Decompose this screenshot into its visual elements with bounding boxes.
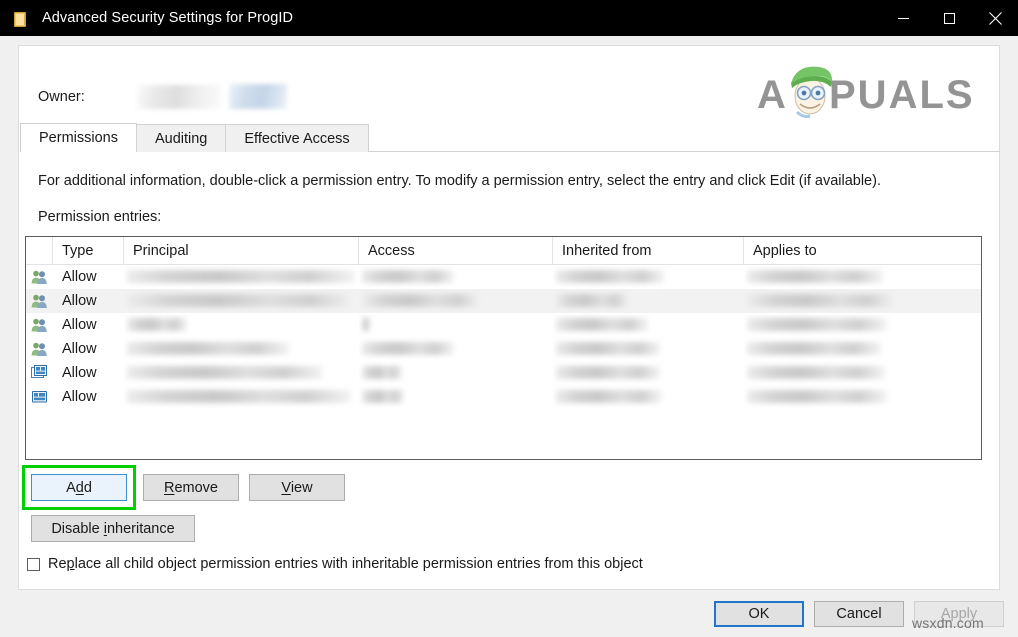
row-applies-to-redacted — [744, 337, 981, 361]
row-type: Allow — [62, 365, 97, 381]
view-button[interactable]: View — [249, 474, 345, 501]
column-header-applies-to[interactable]: Applies to — [744, 237, 981, 264]
row-applies-to-redacted — [744, 289, 981, 313]
site-watermark: wsxdn.com — [912, 615, 984, 631]
users-group-icon — [26, 341, 53, 357]
row-inherited-from-redacted — [553, 385, 744, 409]
row-applies-to-redacted — [744, 313, 981, 337]
row-type: Allow — [62, 293, 97, 309]
content-panel: A PUALS Owner: Permissions Auditing Effe… — [18, 45, 1000, 590]
minimize-icon[interactable] — [880, 0, 926, 36]
table-row[interactable]: Allow — [26, 361, 981, 385]
replace-permissions-checkbox-row[interactable]: Replace all child object permission entr… — [27, 556, 643, 572]
owner-change-link-redacted[interactable] — [228, 84, 287, 109]
table-row[interactable]: Allow — [26, 289, 981, 313]
tab-effective-access[interactable]: Effective Access — [225, 124, 369, 152]
row-access-redacted — [359, 337, 553, 361]
row-access-redacted — [359, 265, 553, 289]
column-header-checkbox[interactable] — [26, 237, 53, 264]
owner-value-redacted — [136, 84, 220, 109]
row-inherited-from-redacted — [553, 361, 744, 385]
appuals-logo: A PUALS — [757, 62, 977, 124]
row-type: Allow — [62, 317, 97, 333]
row-type: Allow — [62, 269, 97, 285]
tab-permissions-label: Permissions — [39, 130, 118, 146]
title-bar: Advanced Security Settings for ProgID — [0, 0, 1018, 36]
owner-row: Owner: — [38, 84, 287, 109]
disable-inheritance-button[interactable]: Disable inheritance — [31, 515, 195, 542]
tab-auditing[interactable]: Auditing — [135, 124, 227, 152]
column-header-principal[interactable]: Principal — [124, 237, 359, 264]
tab-permissions[interactable]: Permissions — [20, 123, 137, 152]
row-applies-to-redacted — [744, 265, 981, 289]
row-inherited-from-redacted — [553, 289, 744, 313]
permission-entries-label: Permission entries: — [38, 209, 162, 225]
row-inherited-from-redacted — [553, 337, 744, 361]
row-type: Allow — [62, 389, 97, 405]
column-header-access[interactable]: Access — [359, 237, 553, 264]
column-header-inherited-from[interactable]: Inherited from — [553, 237, 744, 264]
row-principal-redacted — [124, 361, 359, 385]
add-button-label: Add — [66, 479, 92, 496]
row-access-redacted — [359, 289, 553, 313]
row-applies-to-redacted — [744, 385, 981, 409]
users-group-icon — [26, 269, 53, 285]
add-button[interactable]: Add — [31, 474, 127, 501]
row-applies-to-redacted — [744, 361, 981, 385]
computer-icon — [26, 389, 53, 405]
table-header-row: Type Principal Access Inherited from App… — [26, 237, 981, 265]
row-principal-redacted — [124, 289, 359, 313]
description-text: For additional information, double-click… — [38, 173, 881, 189]
row-principal-redacted — [124, 337, 359, 361]
cancel-button[interactable]: Cancel — [814, 601, 904, 627]
users-group-icon — [26, 317, 53, 333]
row-principal-redacted — [124, 265, 359, 289]
close-icon[interactable] — [972, 0, 1018, 36]
computer-icon — [26, 365, 53, 381]
table-row[interactable]: Allow — [26, 265, 981, 289]
users-group-icon — [26, 293, 53, 309]
row-inherited-from-redacted — [553, 265, 744, 289]
ok-button-label: OK — [748, 606, 770, 622]
folder-icon — [12, 10, 28, 27]
remove-button-label: Remove — [163, 479, 218, 496]
disable-inheritance-label: Disable inheritance — [51, 520, 175, 537]
ok-button[interactable]: OK — [714, 601, 804, 627]
view-button-label: View — [281, 479, 313, 496]
svg-text:A: A — [757, 73, 788, 117]
replace-permissions-label: Replace all child object permission entr… — [48, 556, 643, 572]
row-principal-redacted — [124, 385, 359, 409]
tab-effective-access-label: Effective Access — [244, 130, 350, 147]
tab-strip: Permissions Auditing Effective Access — [20, 123, 1000, 152]
caption-button-group — [880, 0, 1018, 36]
window-title: Advanced Security Settings for ProgID — [42, 10, 294, 26]
row-type: Allow — [62, 341, 97, 357]
row-access-redacted — [359, 385, 553, 409]
permission-entries-list[interactable]: Type Principal Access Inherited from App… — [25, 236, 982, 460]
svg-text:PUALS: PUALS — [829, 73, 975, 117]
table-body: Allow Allow Allow Allow Allow Allow — [26, 265, 981, 409]
remove-button[interactable]: Remove — [143, 474, 239, 501]
column-header-type[interactable]: Type — [53, 237, 124, 264]
row-access-redacted — [359, 313, 553, 337]
row-inherited-from-redacted — [553, 313, 744, 337]
cancel-button-label: Cancel — [836, 606, 882, 622]
owner-label: Owner: — [38, 88, 85, 105]
table-row[interactable]: Allow — [26, 337, 981, 361]
row-access-redacted — [359, 361, 553, 385]
row-principal-redacted — [124, 313, 359, 337]
table-row[interactable]: Allow — [26, 313, 981, 337]
replace-permissions-checkbox[interactable] — [27, 557, 40, 571]
maximize-icon[interactable] — [926, 0, 972, 36]
tab-auditing-label: Auditing — [154, 130, 208, 147]
table-row[interactable]: Allow — [26, 385, 981, 409]
